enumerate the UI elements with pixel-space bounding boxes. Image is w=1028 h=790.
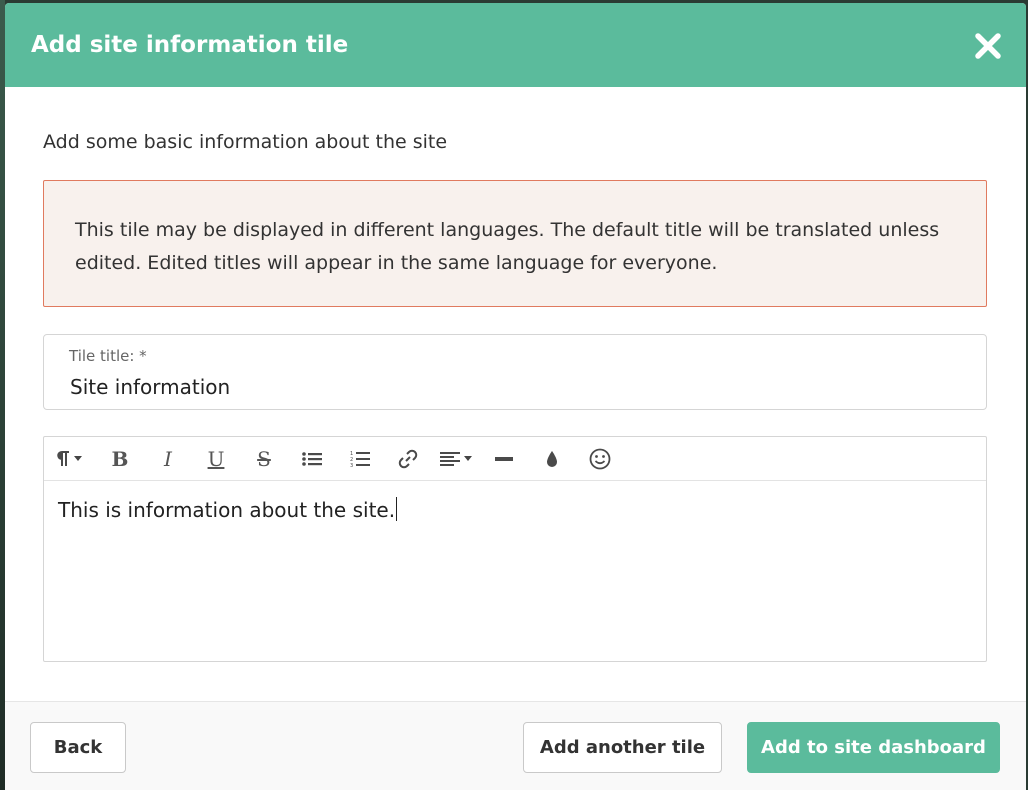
text-cursor bbox=[396, 497, 398, 521]
text-color-icon[interactable] bbox=[528, 437, 576, 481]
tile-title-label: Tile title: * bbox=[69, 347, 147, 365]
bold-icon[interactable]: B bbox=[96, 437, 144, 481]
link-icon[interactable] bbox=[384, 437, 432, 481]
italic-icon[interactable]: I bbox=[144, 437, 192, 481]
numbered-list-icon[interactable]: 1 2 3 bbox=[336, 437, 384, 481]
rich-text-editor: B I U S 1 2 3 This is information about … bbox=[43, 436, 987, 662]
modal-body: Add some basic information about the sit… bbox=[5, 87, 1026, 701]
add-another-tile-button[interactable]: Add another tile bbox=[523, 722, 722, 773]
bulleted-list-icon[interactable] bbox=[288, 437, 336, 481]
back-button[interactable]: Back bbox=[30, 722, 126, 773]
align-icon[interactable] bbox=[432, 437, 480, 481]
modal-header: Add site information tile bbox=[5, 3, 1026, 87]
editor-content[interactable]: This is information about the site. bbox=[58, 497, 398, 522]
tile-title-field[interactable]: Tile title: * bbox=[43, 334, 987, 410]
language-notice: This tile may be displayed in different … bbox=[43, 180, 987, 307]
horizontal-rule-icon[interactable] bbox=[480, 437, 528, 481]
tile-title-input[interactable] bbox=[70, 373, 950, 401]
intro-text: Add some basic information about the sit… bbox=[43, 131, 448, 153]
add-tile-modal: Add site information tile Add some basic… bbox=[5, 3, 1026, 790]
paragraph-format-icon[interactable] bbox=[56, 437, 96, 481]
emoji-icon[interactable] bbox=[576, 437, 624, 481]
close-icon[interactable] bbox=[974, 32, 1002, 60]
editor-text: This is information about the site. bbox=[58, 498, 396, 522]
chevron-down-icon bbox=[74, 456, 82, 461]
modal-title: Add site information tile bbox=[31, 32, 349, 58]
editor-toolbar: B I U S 1 2 3 bbox=[44, 437, 986, 481]
strikethrough-icon[interactable]: S bbox=[240, 437, 288, 481]
svg-text:3: 3 bbox=[350, 463, 353, 468]
chevron-down-icon bbox=[464, 456, 472, 461]
underline-icon[interactable]: U bbox=[192, 437, 240, 481]
add-to-site-dashboard-button[interactable]: Add to site dashboard bbox=[747, 722, 1000, 773]
modal-footer: Back Add another tile Add to site dashbo… bbox=[5, 701, 1026, 790]
